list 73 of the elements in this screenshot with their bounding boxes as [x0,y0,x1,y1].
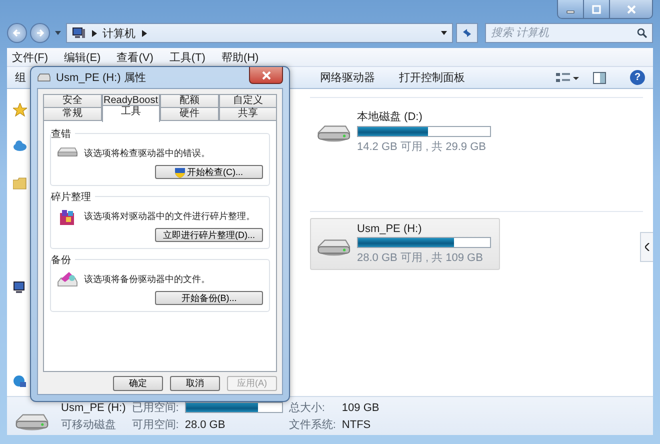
field-label: 文件系统: [288,418,336,432]
close-icon [262,70,270,80]
menu-item[interactable]: 帮助(H) [221,50,259,64]
address-bar[interactable]: 计算机 [66,23,454,43]
tab[interactable]: 工具 [102,105,160,122]
toolbar-button[interactable]: 组 [15,70,26,85]
action-button[interactable]: 开始备份(B)... [155,291,263,305]
back-button[interactable] [7,23,27,43]
drive-type: 可移动磁盘 [61,418,117,432]
preview-pane-icon[interactable] [593,72,606,84]
dropdown-caret-icon[interactable] [441,31,448,35]
field-value: 28.0 GB [184,418,226,430]
tab[interactable]: 自定义 [218,94,277,107]
action-button[interactable]: 立即进行碎片整理(D)... [155,228,263,242]
group-title: 备份 [51,253,75,267]
tab[interactable]: 共享 [218,107,277,120]
minimize-button[interactable] [558,0,584,18]
group-title: 碎片整理 [51,190,95,204]
menu-item[interactable]: 查看(V) [116,50,154,64]
tab[interactable]: 常规 [43,107,102,120]
description-text: 该选项将对驱动器中的文件进行碎片整理。 [84,210,255,223]
tab[interactable]: 硬件 [160,107,218,120]
menu-item[interactable]: 工具(T) [169,50,206,64]
tab[interactable]: 配额 [160,94,218,107]
close-icon [626,4,636,14]
backup-icon [57,270,78,289]
field-label: 总大小: [288,401,326,415]
drive-name: 本地磁盘 (D:) [357,110,424,124]
menu-item[interactable]: 文件(F) [12,50,48,64]
tab[interactable]: 安全 [43,94,102,107]
refresh-icon [461,28,474,38]
view-options-icon[interactable] [555,72,579,84]
dialog-title: Usm_PE (H:) 属性 [56,71,146,85]
description-text: 该选项将检查驱动器中的错误。 [84,147,210,160]
computer-icon[interactable] [13,281,27,295]
star-icon[interactable] [13,103,27,117]
back-arrow-icon [12,28,22,38]
drive-name: Usm_PE (H:) [357,223,423,235]
help-button[interactable]: ? [630,70,645,85]
toolbar-button[interactable]: 网络驱动器 [320,70,375,85]
breadcrumb[interactable]: 计算机 [102,26,136,40]
search-field[interactable]: 搜索 计算机 [485,23,654,43]
breadcrumb-arrow-icon[interactable] [92,30,97,36]
forward-button[interactable] [30,23,50,43]
drive-capacity-text: 28.0 GB 可用 , 共 109 GB [357,251,484,265]
network-icon[interactable] [13,375,27,389]
drive-capacity-text: 14.2 GB 可用 , 共 29.9 GB [357,140,487,154]
search-icon[interactable] [637,28,648,38]
refresh-button[interactable] [456,23,478,43]
breadcrumb-arrow-icon[interactable] [142,30,147,36]
maximize-button[interactable] [584,0,610,18]
forward-arrow-icon [34,28,45,38]
field-label: 可用空间: [132,418,179,432]
close-button[interactable] [249,67,283,84]
menu-item[interactable]: 编辑(E) [64,50,101,64]
dialog-button[interactable]: 确定 [113,376,163,390]
chevron-left-icon [644,243,650,251]
drive-name: Usm_PE (H:) [61,402,126,414]
drive-tile[interactable]: 本地磁盘 (D:) 14.2 GB 可用 , 共 29.9 GB [310,104,500,159]
field-value: NTFS [342,418,372,430]
expand-pane-button[interactable] [640,232,653,262]
field-label: 已用空间: [132,401,179,415]
computer-icon [72,27,86,39]
cloud-icon[interactable] [13,139,27,153]
drive-tile[interactable]: Usm_PE (H:) 28.0 GB 可用 , 共 109 GB [310,218,500,270]
action-button[interactable]: 开始检查(C)... [155,165,263,179]
group-title: 查错 [51,127,75,141]
maximize-icon [592,4,601,14]
toolbar-button[interactable]: 打开控制面板 [399,70,465,85]
description-text: 该选项将备份驱动器中的文件。 [84,273,210,286]
field-value: 109 GB [342,402,380,414]
drive-icon [37,73,51,82]
dialog-button[interactable]: 取消 [170,376,220,390]
